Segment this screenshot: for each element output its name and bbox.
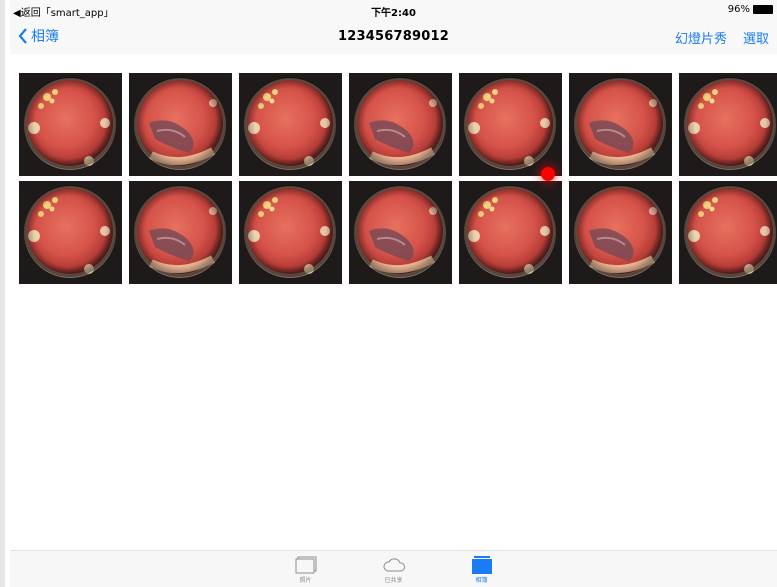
battery-icon (753, 5, 773, 14)
photo-thumbnail[interactable] (129, 73, 232, 176)
tab-bar: 照片 已共享 相簿 (10, 550, 777, 587)
cloud-icon (382, 558, 405, 572)
albums-icon (471, 556, 492, 574)
photo-thumbnail[interactable] (569, 181, 672, 284)
album-title: 123456789012 (338, 29, 449, 44)
select-button[interactable]: 選取 (743, 28, 769, 47)
photo-thumbnail[interactable] (569, 73, 672, 176)
photo-thumbnail[interactable] (459, 73, 562, 176)
photo-thumbnail[interactable] (679, 73, 777, 176)
photo-grid (19, 73, 777, 284)
tab-shared-label: 已共享 (384, 577, 403, 584)
battery-percent: 96% (727, 4, 750, 15)
photo-thumbnail[interactable] (239, 181, 342, 284)
tab-albums-label: 相簿 (475, 577, 488, 584)
photo-thumbnail[interactable] (459, 181, 562, 284)
photo-thumbnail[interactable] (129, 181, 232, 284)
navigation-bar: 相簿 123456789012 幻燈片秀 選取 (10, 20, 777, 54)
photo-thumbnail[interactable] (239, 73, 342, 176)
photo-thumbnail[interactable] (679, 181, 777, 284)
tab-albums[interactable]: 相簿 (464, 555, 500, 584)
battery-status: 96% (728, 4, 773, 15)
tab-photos[interactable]: 照片 (288, 555, 324, 584)
photo-thumbnail[interactable] (349, 181, 452, 284)
tab-shared[interactable]: 已共享 (376, 555, 412, 584)
photo-thumbnail[interactable] (19, 73, 122, 176)
tab-photos-label: 照片 (299, 577, 312, 584)
photos-icon (295, 556, 316, 574)
photo-thumbnail[interactable] (349, 73, 452, 176)
status-time: 下午2:40 (371, 8, 416, 19)
status-bar: ◀返回「smart_app」 下午2:40 96% (10, 0, 777, 20)
tap-indicator (541, 167, 555, 181)
photo-thumbnail[interactable] (19, 181, 122, 284)
slideshow-button[interactable]: 幻燈片秀 (675, 28, 727, 47)
app-frame: ◀返回「smart_app」 下午2:40 96% 相簿 12345678901… (0, 0, 777, 587)
